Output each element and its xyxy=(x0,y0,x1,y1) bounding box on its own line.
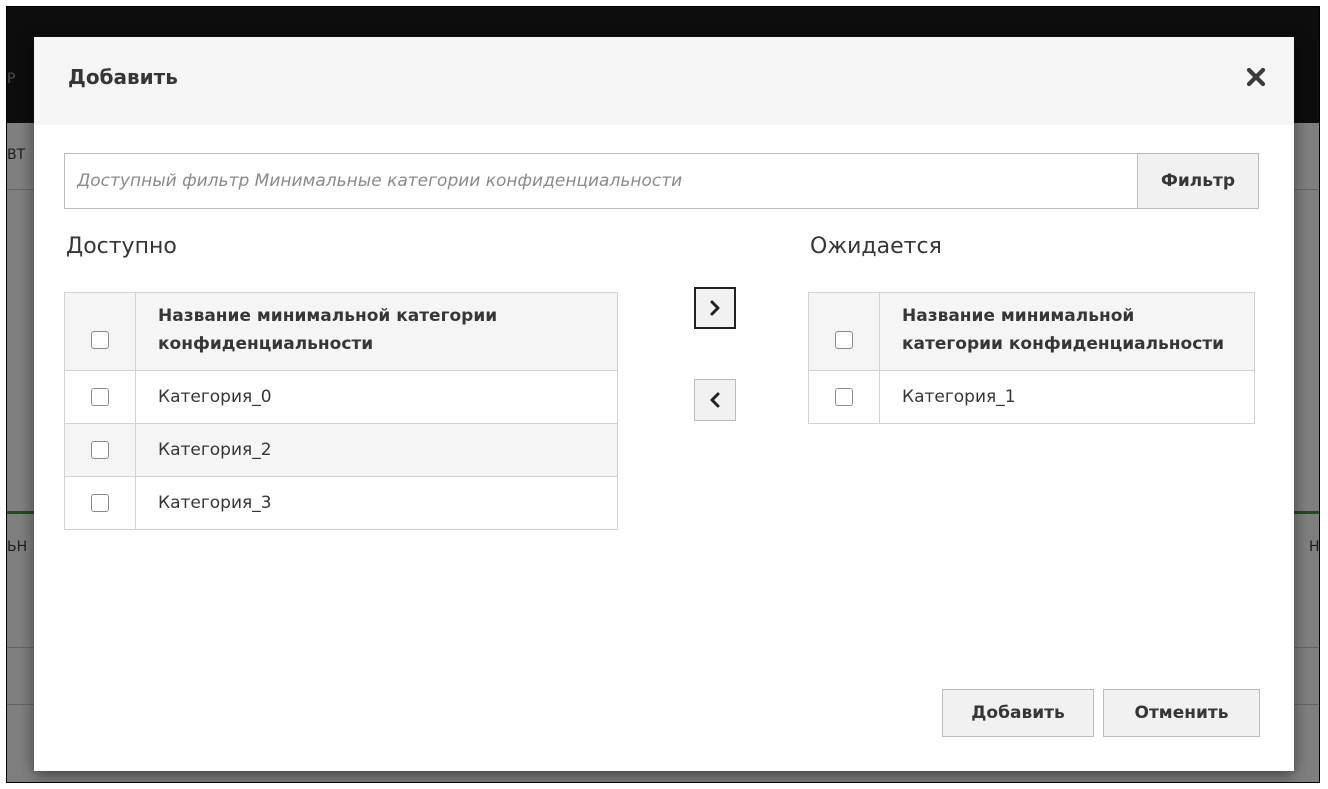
row-checkbox[interactable] xyxy=(91,494,109,512)
available-table: Название минимальной категории конфиденц… xyxy=(64,292,618,530)
dialog-header: Добавить xyxy=(34,37,1294,125)
close-button[interactable] xyxy=(1242,63,1270,91)
table-row[interactable]: Категория_2 xyxy=(64,423,618,477)
available-title: Доступно xyxy=(66,234,177,259)
dialog-title: Добавить xyxy=(68,65,178,89)
add-dialog: Добавить Фильтр Доступно Ожидается Назва… xyxy=(34,37,1294,771)
row-checkbox[interactable] xyxy=(835,388,853,406)
table-row[interactable]: Категория_1 xyxy=(808,370,1255,424)
available-filter-input[interactable] xyxy=(65,154,1137,208)
add-button[interactable]: Добавить xyxy=(942,689,1094,737)
filter-bar: Фильтр xyxy=(64,153,1259,209)
select-all-available-checkbox[interactable] xyxy=(91,331,109,349)
category-name: Категория_1 xyxy=(879,370,1255,424)
select-all-expected-checkbox[interactable] xyxy=(835,331,853,349)
move-to-available-button[interactable] xyxy=(694,379,736,421)
category-name: Категория_3 xyxy=(135,476,618,530)
select-all-cell xyxy=(808,292,880,371)
table-row[interactable]: Категория_0 xyxy=(64,370,618,424)
filter-button[interactable]: Фильтр xyxy=(1137,154,1258,208)
column-header: Название минимальной категории конфиденц… xyxy=(135,292,618,371)
screenshot-frame: Р ВТ ЬН Н Добавить Фильтр Доступно Ожида… xyxy=(6,6,1320,783)
category-name: Категория_2 xyxy=(135,423,618,477)
select-all-cell xyxy=(64,292,136,371)
chevron-left-icon xyxy=(710,392,720,408)
column-header: Название минимальной категории конфиденц… xyxy=(879,292,1255,371)
close-x-icon xyxy=(1246,67,1266,87)
cancel-button[interactable]: Отменить xyxy=(1103,689,1260,737)
row-checkbox[interactable] xyxy=(91,441,109,459)
chevron-right-icon xyxy=(710,300,720,316)
move-to-expected-button[interactable] xyxy=(694,287,736,329)
category-name: Категория_0 xyxy=(135,370,618,424)
row-checkbox[interactable] xyxy=(91,388,109,406)
table-row[interactable]: Категория_3 xyxy=(64,476,618,530)
expected-title: Ожидается xyxy=(810,234,942,259)
expected-table: Название минимальной категории конфиденц… xyxy=(808,292,1255,424)
